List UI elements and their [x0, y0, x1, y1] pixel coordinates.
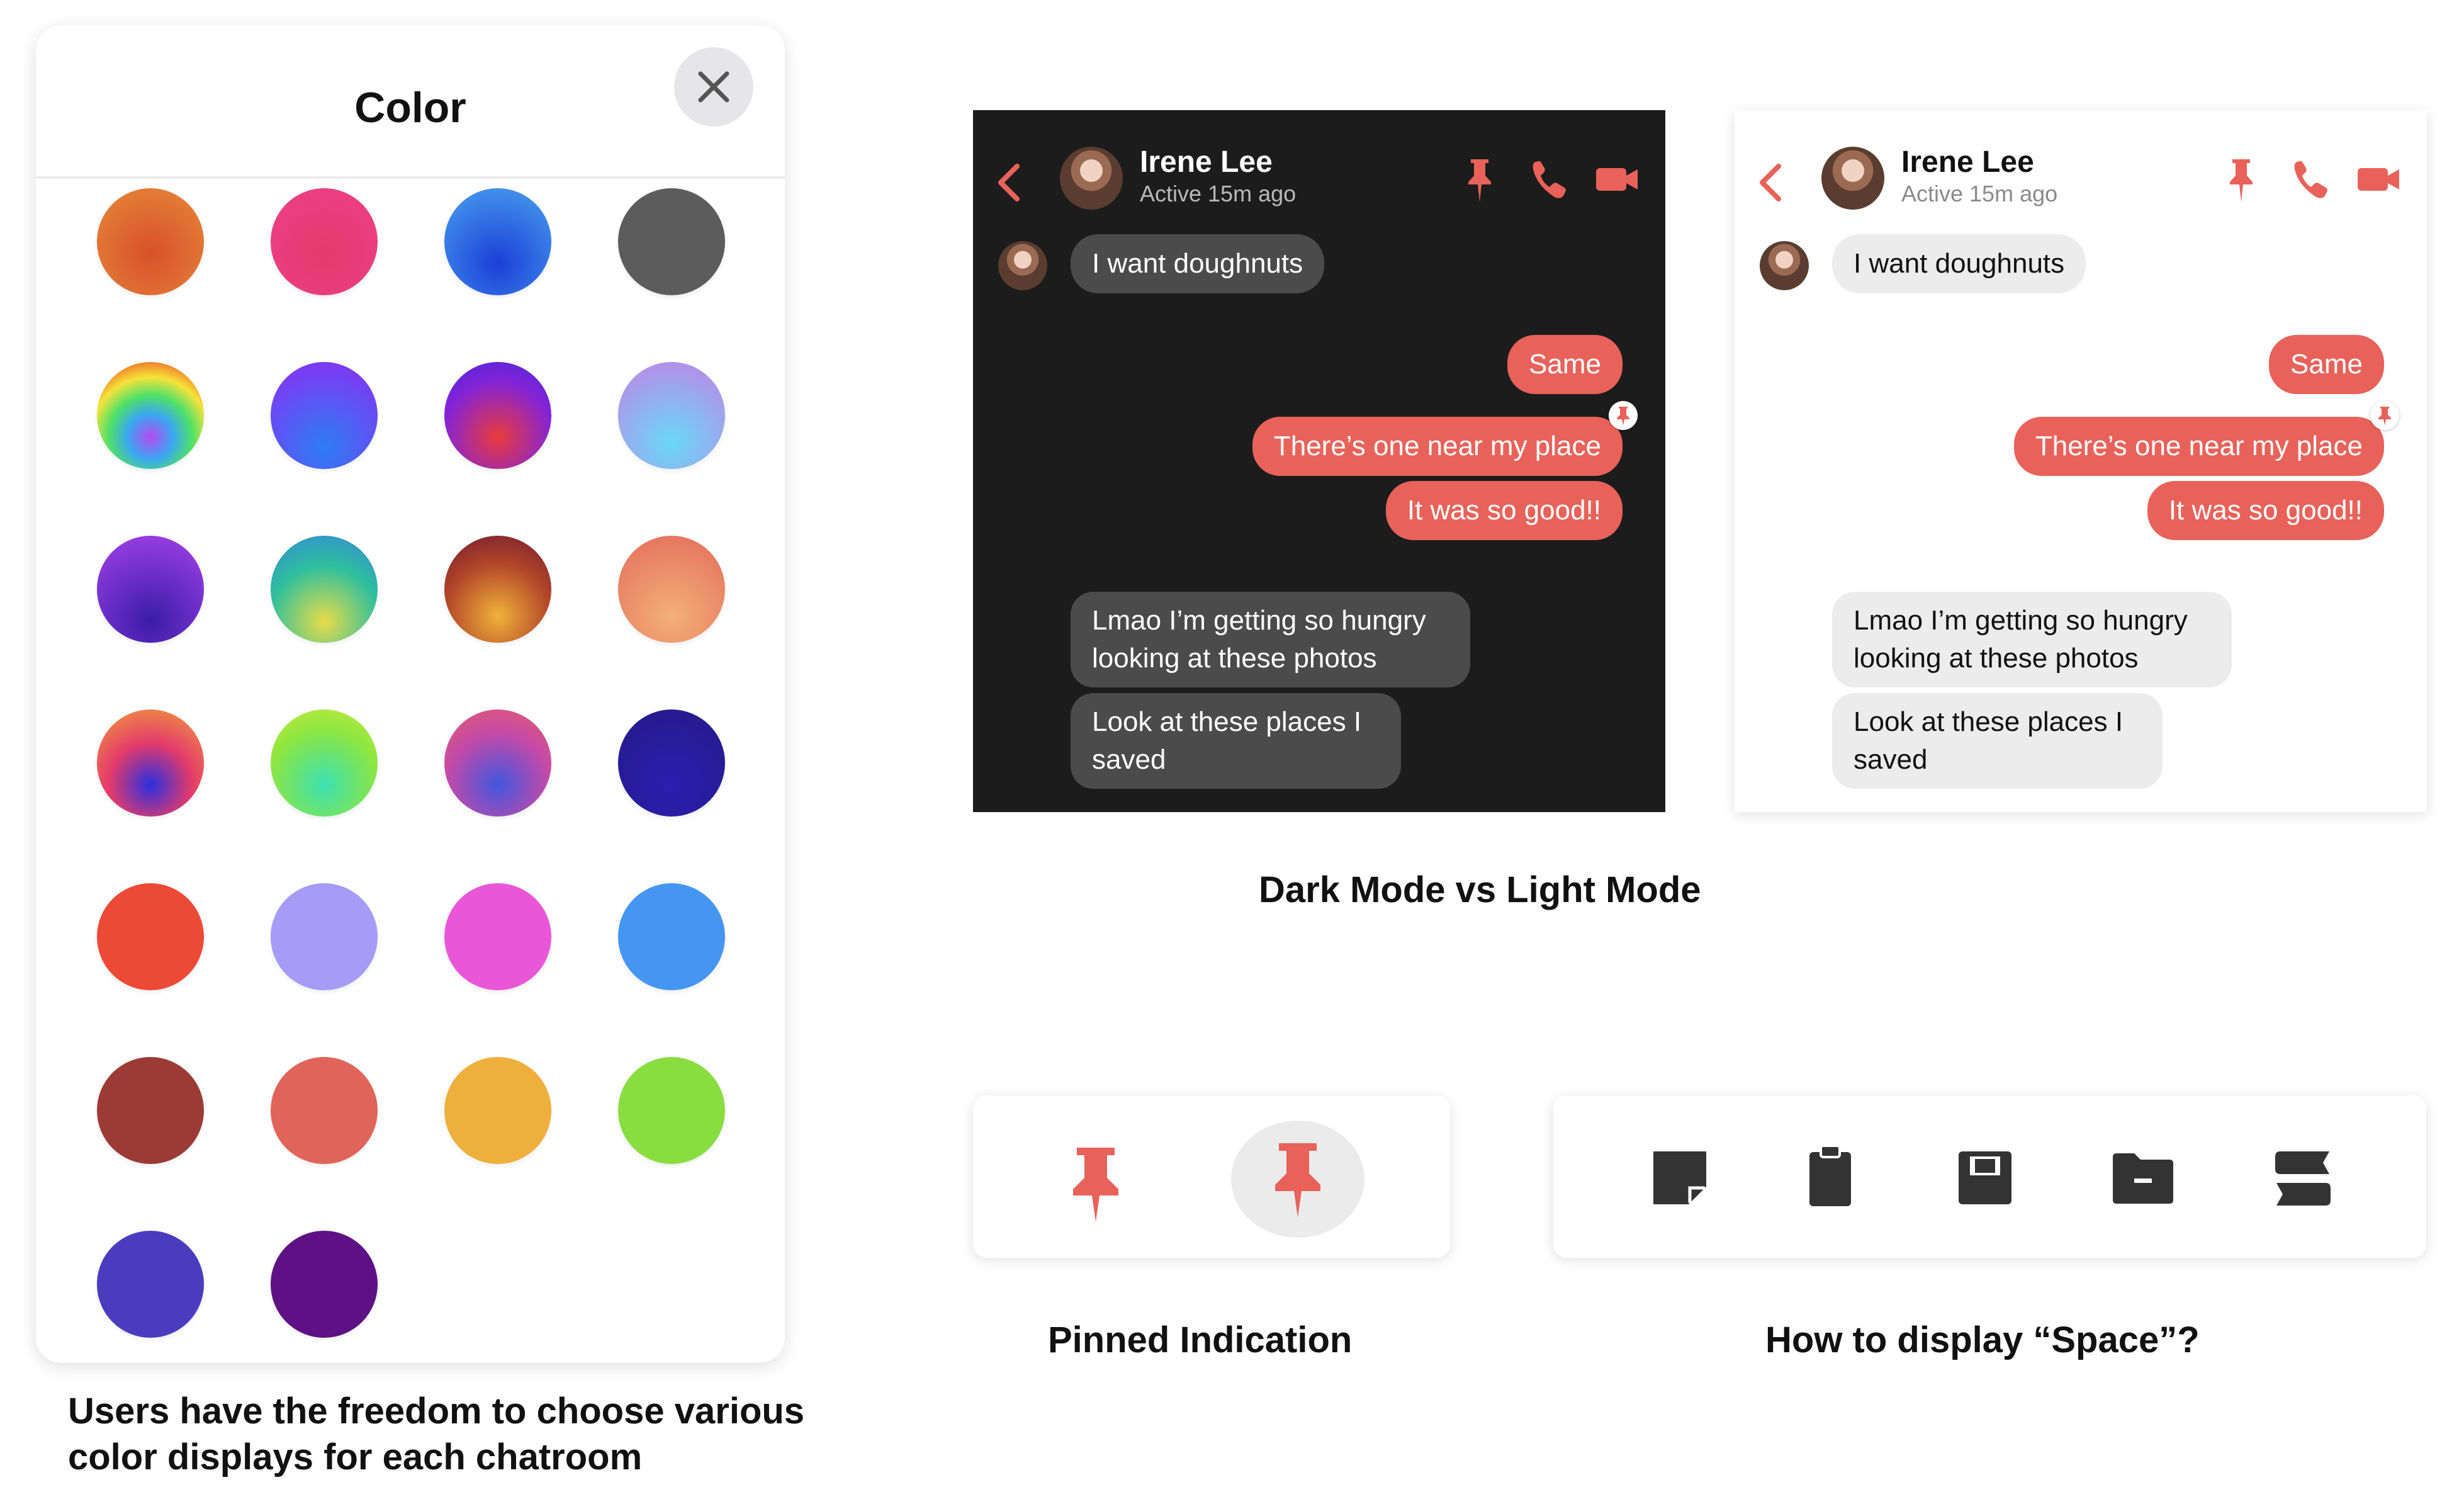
color-swatch-lavender-cyan[interactable] — [618, 362, 725, 469]
message-bubble-in[interactable]: Look at these places I saved — [1832, 693, 2163, 789]
stack-icon[interactable] — [2273, 1149, 2333, 1208]
avatar-small — [1760, 241, 1809, 290]
floppy-disk-icon[interactable] — [1956, 1149, 2014, 1207]
color-swatch-orange[interactable] — [97, 188, 204, 295]
contact-name: Irene Lee — [1901, 145, 2034, 179]
color-swatch-peach[interactable] — [618, 536, 725, 643]
color-swatch-deep-purple[interactable] — [271, 1231, 378, 1338]
message-bubble-out[interactable]: Same — [1507, 335, 1623, 394]
pin-icon[interactable] — [1461, 154, 1499, 205]
color-swatch-brick[interactable] — [97, 1057, 204, 1164]
color-picker-title: Color — [354, 84, 466, 132]
back-arrow-icon[interactable] — [1752, 157, 1790, 208]
pin-icon[interactable] — [1064, 1143, 1127, 1224]
chat-window-dark: Irene Lee Active 15m ago I want doughnut… — [973, 110, 1665, 812]
contact-status: Active 15m ago — [1140, 181, 1297, 206]
phone-icon[interactable] — [2288, 154, 2332, 205]
color-swatch-fuchsia[interactable] — [444, 883, 551, 990]
color-swatch-purple-red[interactable] — [444, 362, 551, 469]
message-bubble-out-pinned[interactable]: There’s one near my place — [2013, 417, 2384, 476]
color-swatch-royal-blue[interactable] — [97, 1231, 204, 1338]
caption-dark-vs-light: Dark Mode vs Light Mode — [1259, 869, 1701, 910]
color-swatch-teal-yellow[interactable] — [271, 536, 378, 643]
phone-icon[interactable] — [1527, 154, 1571, 205]
caption-pinned-indication: Pinned Indication — [1048, 1320, 1353, 1360]
color-swatch-pink[interactable] — [271, 188, 378, 295]
avatar[interactable] — [1821, 147, 1884, 210]
message-bubble-in[interactable]: Look at these places I saved — [1071, 693, 1401, 789]
color-swatch-blue[interactable] — [444, 188, 551, 295]
color-swatch-lime-green[interactable] — [271, 709, 378, 817]
message-bubble-out-pinned[interactable]: There’s one near my place — [1252, 417, 1623, 476]
pinned-badge — [1609, 401, 1638, 430]
color-swatch-violet[interactable] — [97, 536, 204, 643]
pinned-indication-card — [973, 1095, 1450, 1258]
sticky-note-icon[interactable] — [1651, 1149, 1709, 1207]
color-swatch-purple-blue[interactable] — [271, 362, 378, 469]
avatar-small — [998, 241, 1047, 290]
color-swatch-salmon[interactable] — [271, 1057, 378, 1164]
color-swatch-indigo[interactable] — [618, 709, 725, 817]
space-options-card — [1553, 1095, 2426, 1258]
color-swatch-magenta-blue[interactable] — [444, 709, 551, 817]
message-bubble-out[interactable]: It was so good!! — [2147, 481, 2384, 540]
message-bubble-in[interactable]: Lmao I’m getting so hungry looking at th… — [1071, 592, 1470, 687]
caption-color-freedom: Users have the freedom to choose various… — [68, 1391, 805, 1478]
color-swatch-sky-blue[interactable] — [618, 883, 725, 990]
video-camera-icon[interactable] — [1594, 154, 1641, 205]
color-swatch-sunset[interactable] — [97, 709, 204, 817]
chat-window-light: Irene Lee Active 15m ago I want doughnut… — [1735, 110, 2427, 812]
message-bubble-out[interactable]: It was so good!! — [1385, 481, 1623, 540]
color-swatch-rainbow[interactable] — [97, 362, 204, 469]
pin-icon-highlighted — [1275, 1143, 1320, 1218]
pin-button-highlighted[interactable] — [1231, 1121, 1364, 1238]
avatar[interactable] — [1060, 147, 1123, 210]
folder-icon[interactable] — [2110, 1151, 2176, 1206]
clipboard-icon[interactable] — [1807, 1144, 1854, 1209]
color-swatch-red[interactable] — [97, 883, 204, 990]
pin-icon — [2378, 407, 2391, 426]
contact-name: Irene Lee — [1140, 145, 1273, 179]
back-arrow-icon[interactable] — [991, 157, 1028, 208]
pinned-badge — [2370, 401, 2399, 430]
color-picker-panel: Color — [36, 25, 785, 1363]
message-bubble-in[interactable]: I want doughnuts — [1071, 234, 1325, 293]
color-swatch-green[interactable] — [618, 1057, 725, 1164]
close-icon — [698, 71, 729, 103]
color-swatch-light-purple[interactable] — [271, 883, 378, 990]
contact-status: Active 15m ago — [1901, 181, 2058, 206]
message-bubble-in[interactable]: I want doughnuts — [1832, 234, 2086, 293]
color-swatch-amber[interactable] — [444, 1057, 551, 1164]
video-camera-icon[interactable] — [2355, 154, 2403, 205]
pin-icon — [1617, 407, 1629, 426]
color-swatch-gray[interactable] — [618, 188, 725, 295]
divider — [36, 176, 785, 179]
pin-icon[interactable] — [2222, 154, 2260, 205]
message-bubble-in[interactable]: Lmao I’m getting so hungry looking at th… — [1832, 592, 2232, 687]
color-swatch-maroon-gold[interactable] — [444, 536, 551, 643]
close-button[interactable] — [674, 47, 753, 127]
caption-space-question: How to display “Space”? — [1765, 1320, 2200, 1360]
message-bubble-out[interactable]: Same — [2269, 335, 2384, 394]
